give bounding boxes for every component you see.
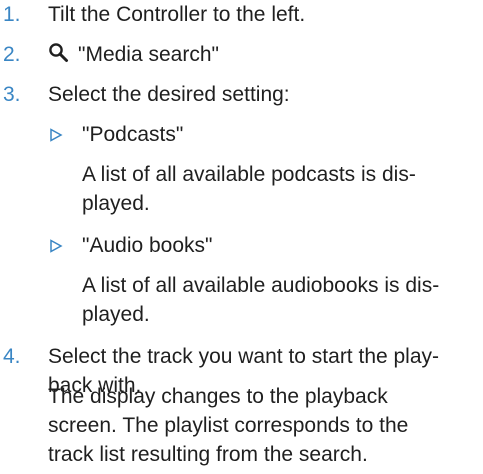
option-label: "Podcasts"	[82, 123, 184, 146]
option-desc-line1: A list of all available podcasts is dis-	[82, 163, 416, 186]
step-text: Tilt the Controller to the left.	[48, 3, 306, 26]
instruction-page: 1. Tilt the Controller to the left. 2. "…	[0, 0, 483, 474]
step-text-line1: Select the track you want to start the p…	[48, 345, 440, 368]
step-number: 1.	[3, 3, 21, 26]
bullet-triangle-icon	[50, 128, 63, 142]
option-desc-line2: played.	[82, 192, 150, 215]
option-desc-line2: played.	[82, 303, 150, 326]
step-number: 4.	[3, 345, 21, 368]
option-label: "Audio books"	[82, 234, 213, 257]
result-note: The display changes to the playback scre…	[48, 382, 468, 469]
step-number: 3.	[3, 83, 21, 106]
step-text: Select the desired setting:	[48, 83, 290, 106]
result-line2: screen. The playlist corresponds to the	[48, 414, 409, 437]
step-number: 2.	[3, 43, 21, 66]
result-line3: track list resulting from the search.	[48, 443, 368, 466]
bullet-triangle-icon	[50, 239, 63, 253]
option-desc-line1: A list of all available audiobooks is di…	[82, 274, 440, 297]
step-text: "Media search"	[48, 40, 478, 69]
result-line1: The display changes to the playback	[48, 385, 388, 408]
search-icon	[49, 43, 68, 62]
media-search-label: "Media search"	[78, 43, 219, 66]
